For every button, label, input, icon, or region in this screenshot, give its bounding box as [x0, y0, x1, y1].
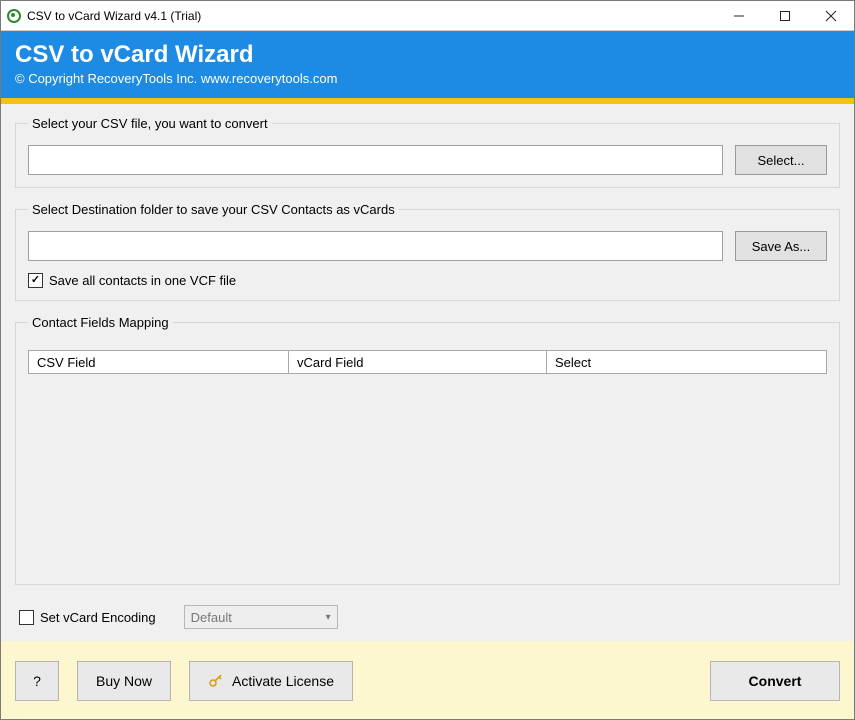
mapping-col-csv: CSV Field — [29, 351, 289, 373]
mapping-legend: Contact Fields Mapping — [28, 315, 173, 330]
main-panel: Select your CSV file, you want to conver… — [1, 104, 854, 641]
mapping-col-select: Select — [547, 351, 826, 373]
close-icon — [825, 10, 837, 22]
encoding-label: Set vCard Encoding — [40, 610, 156, 625]
mapping-body — [28, 374, 827, 574]
maximize-button[interactable] — [762, 1, 808, 31]
destination-path-input[interactable] — [28, 231, 723, 261]
mapping-col-vcard: vCard Field — [289, 351, 547, 373]
encoding-combobox[interactable]: Default ▾ — [184, 605, 338, 629]
copyright-text: © Copyright RecoveryTools Inc. www.recov… — [15, 71, 840, 86]
source-path-input[interactable] — [28, 145, 723, 175]
encoding-checkbox[interactable] — [19, 610, 34, 625]
source-fieldset: Select your CSV file, you want to conver… — [15, 116, 840, 188]
destination-fieldset: Select Destination folder to save your C… — [15, 202, 840, 301]
convert-button[interactable]: Convert — [710, 661, 840, 701]
mapping-fieldset: Contact Fields Mapping CSV Field vCard F… — [15, 315, 840, 585]
encoding-combo-value: Default — [191, 610, 232, 625]
titlebar-left: CSV to vCard Wizard v4.1 (Trial) — [7, 9, 201, 23]
buy-now-button[interactable]: Buy Now — [77, 661, 171, 701]
save-all-row: Save all contacts in one VCF file — [28, 273, 827, 288]
destination-legend: Select Destination folder to save your C… — [28, 202, 399, 217]
app-heading: CSV to vCard Wizard — [15, 41, 840, 69]
save-as-button[interactable]: Save As... — [735, 231, 827, 261]
save-all-label: Save all contacts in one VCF file — [49, 273, 236, 288]
close-button[interactable] — [808, 1, 854, 31]
footer-bar: ? Buy Now Activate License Convert — [1, 641, 854, 719]
help-button[interactable]: ? — [15, 661, 59, 701]
save-all-checkbox[interactable] — [28, 273, 43, 288]
chevron-down-icon: ▾ — [326, 612, 331, 623]
activate-license-button[interactable]: Activate License — [189, 661, 353, 701]
footer-left-group: ? Buy Now Activate License — [15, 661, 353, 701]
titlebar: CSV to vCard Wizard v4.1 (Trial) — [1, 1, 854, 31]
maximize-icon — [779, 10, 791, 22]
key-icon — [208, 672, 224, 691]
select-file-button[interactable]: Select... — [735, 145, 827, 175]
app-icon — [7, 9, 21, 23]
activate-license-label: Activate License — [232, 673, 334, 689]
minimize-button[interactable] — [716, 1, 762, 31]
header-banner: CSV to vCard Wizard © Copyright Recovery… — [1, 31, 854, 98]
source-legend: Select your CSV file, you want to conver… — [28, 116, 272, 131]
window-title: CSV to vCard Wizard v4.1 (Trial) — [27, 9, 201, 23]
encoding-row: Set vCard Encoding Default ▾ — [15, 599, 840, 633]
mapping-header-row: CSV Field vCard Field Select — [28, 350, 827, 374]
minimize-icon — [733, 10, 745, 22]
window-controls — [716, 1, 854, 31]
